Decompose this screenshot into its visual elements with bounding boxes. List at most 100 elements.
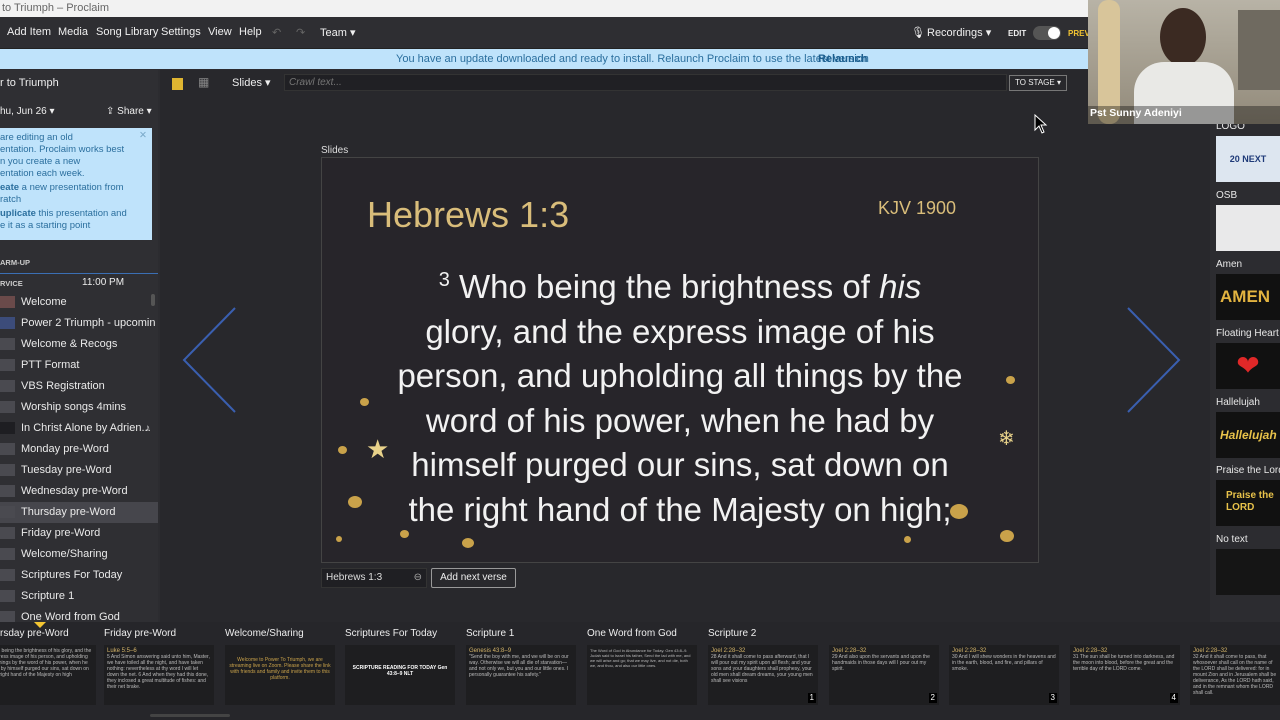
menu-settings[interactable]: Settings — [161, 26, 201, 38]
filmstrip-slide[interactable]: Welcome to Power To Triumph, we are stre… — [225, 645, 335, 705]
date-dropdown[interactable]: hu, Jun 26 ▾ — [0, 106, 55, 117]
duplicate-link[interactable]: uplicate — [0, 208, 36, 219]
item-label: Monday pre-Word — [21, 443, 109, 455]
slide-reference: Hebrews 1:3 — [367, 194, 570, 235]
slide-text: 5 And Simon answering said unto him, Mas… — [107, 654, 210, 690]
verse-line: Who being the brightness of — [459, 268, 880, 305]
share-button[interactable]: ⇪ Share ▾ — [106, 106, 152, 117]
sidebar-item-monday[interactable]: Monday pre-Word — [0, 439, 158, 460]
verse-number: 3 — [438, 269, 450, 291]
microphone-icon: 🎙 — [911, 27, 925, 39]
slide-preview[interactable]: Hebrews 1:3 KJV 1900 3 Who being the bri… — [321, 157, 1039, 563]
sidebar-item-in-christ-alone[interactable]: In Christ Alone by Adrien... ♪ — [0, 418, 158, 439]
quick-screen-logo[interactable]: 20 NEXT LEVEL — [1216, 136, 1280, 182]
filmstrip-slide[interactable]: Joel 2:28–32 32 And it shall come to pass… — [1190, 645, 1280, 705]
add-next-verse-button[interactable]: Add next verse — [431, 568, 516, 588]
slide-verse-text: 3 Who being the brightness of his glory,… — [322, 258, 1038, 532]
grid-view-icon[interactable]: ▦ — [198, 75, 209, 89]
menu-media[interactable]: Media — [58, 26, 88, 38]
quick-screen-hallelujah[interactable]: Hallelujah — [1216, 412, 1280, 458]
verse-reference-field[interactable]: Hebrews 1:3 ⊖ — [321, 568, 427, 588]
slide-text: who being the brightness of his glory, a… — [0, 648, 92, 678]
sidebar-item-welcome[interactable]: Welcome — [0, 292, 158, 313]
create-link[interactable]: eate — [0, 182, 19, 193]
sidebar-item-scriptures-today[interactable]: Scriptures For Today — [0, 565, 158, 586]
sidebar-item-tuesday[interactable]: Tuesday pre-Word — [0, 460, 158, 481]
edit-label: EDIT — [1008, 29, 1027, 38]
single-view-icon[interactable] — [172, 78, 183, 90]
filmstrip-slide[interactable]: The Word of God in Abundance for Today. … — [587, 645, 697, 705]
relaunch-link[interactable]: Relaunch — [818, 49, 868, 69]
sidebar-item-worship-songs[interactable]: Worship songs 4mins — [0, 397, 158, 418]
recordings-label: Recordings — [927, 27, 983, 39]
sidebar-item-welcome-sharing[interactable]: Welcome/Sharing — [0, 544, 158, 565]
item-thumb — [0, 422, 15, 434]
team-dropdown[interactable]: Team ▾ — [320, 26, 355, 39]
view-mode-dropdown[interactable]: Slides ▾ — [232, 76, 271, 89]
clear-icon[interactable]: ⊖ — [414, 569, 422, 587]
filmstrip-slide[interactable]: who being the brightness of his glory, a… — [0, 645, 96, 705]
quick-screen-no-text[interactable] — [1216, 549, 1280, 595]
section-divider — [0, 273, 158, 274]
menu-help[interactable]: Help — [239, 26, 262, 38]
crawl-text-input[interactable] — [284, 74, 1007, 91]
item-label: Thursday pre-Word — [21, 506, 116, 518]
recordings-dropdown[interactable]: Recordings ▾ — [927, 26, 991, 39]
to-stage-button[interactable]: TO STAGE ▾ — [1009, 75, 1067, 91]
menu-song-library[interactable]: Song Library — [96, 26, 158, 38]
sidebar-scrollbar[interactable] — [151, 294, 155, 306]
update-notice: You have an update downloaded and ready … — [0, 49, 1090, 69]
menu-add-item[interactable]: Add Item — [7, 26, 51, 38]
quick-screen-osb[interactable] — [1216, 205, 1280, 251]
gold-confetti — [1006, 376, 1015, 384]
webcam-background — [1238, 10, 1280, 90]
item-label: Worship songs 4mins — [21, 401, 126, 413]
sidebar-item-one-word[interactable]: One Word from God — [0, 607, 158, 622]
quick-screen-label: Floating Heart — [1216, 328, 1279, 339]
filmstrip-scrollbar[interactable] — [150, 714, 230, 717]
edit-toggle[interactable] — [1033, 26, 1061, 40]
filmstrip-slide[interactable]: Joel 2:28–32 30 And I will shew wonders i… — [949, 645, 1059, 705]
previous-slide-arrow-icon[interactable] — [180, 305, 240, 415]
filmstrip-slide[interactable]: Joel 2:28–32 28 And it shall come to pass… — [708, 645, 818, 705]
filmstrip-slide[interactable]: Genesis 43:8–9 "Send the boy with me, and… — [466, 645, 576, 705]
sidebar-item-scripture-1[interactable]: Scripture 1 — [0, 586, 158, 607]
filmstrip-slide[interactable]: SCRIPTURE READING FOR TODAY Gen 43:8–9 N… — [345, 645, 455, 705]
next-slide-arrow-icon[interactable] — [1124, 305, 1184, 415]
music-note-icon: ♪ — [145, 423, 150, 434]
undo-icon[interactable]: ↶ — [272, 26, 281, 39]
item-thumb — [0, 548, 15, 560]
sidebar-item-thursday[interactable]: Thursday pre-Word — [0, 502, 158, 523]
menu-view[interactable]: View — [208, 26, 232, 38]
presentation-title[interactable]: r to Triumph — [0, 77, 59, 89]
filmstrip-slide[interactable]: Joel 2:28–32 29 And also upon the servant… — [829, 645, 939, 705]
sidebar-item-ptt-format[interactable]: PTT Format — [0, 355, 158, 376]
webcam-overlay: Pst Sunny Adeniyi — [1088, 0, 1280, 124]
sidebar-item-wednesday[interactable]: Wednesday pre-Word — [0, 481, 158, 502]
close-icon[interactable]: ✕ — [139, 130, 147, 142]
gold-confetti — [950, 504, 968, 519]
to-stage-label: TO STAGE — [1015, 78, 1055, 87]
create-text: a new presentation from — [19, 182, 124, 193]
filmstrip-slide[interactable]: Luke 5:5–6 5 And Simon answering said unt… — [104, 645, 214, 705]
quick-screen-amen[interactable]: AMEN — [1216, 274, 1280, 320]
service-order-panel: r to Triumph hu, Jun 26 ▾ ⇪ Share ▾ ✕ ar… — [0, 70, 158, 622]
gold-confetti — [400, 530, 409, 538]
info-line: entation. Proclaim works best — [0, 144, 125, 155]
toggle-knob — [1048, 27, 1060, 39]
item-thumb — [0, 380, 15, 392]
editor-toolbar: ▦ Slides ▾ TO STAGE ▾ — [160, 73, 1210, 95]
sidebar-item-friday[interactable]: Friday pre-Word — [0, 523, 158, 544]
sidebar-item-welcome-recogs[interactable]: Welcome & Recogs — [0, 334, 158, 355]
sidebar-item-vbs[interactable]: VBS Registration — [0, 376, 158, 397]
item-label: Friday pre-Word — [21, 527, 101, 539]
filmstrip-slide[interactable]: Joel 2:28–32 31 The sun shall be turned i… — [1070, 645, 1180, 705]
item-label: Power 2 Triumph - upcoming — [21, 317, 156, 329]
sidebar-item-power2triumph[interactable]: Power 2 Triumph - upcoming — [0, 313, 158, 334]
quick-screen-floating-heart[interactable]: ❤ — [1216, 343, 1280, 389]
redo-icon[interactable]: ↷ — [296, 26, 305, 39]
current-item-marker-icon — [34, 622, 46, 628]
old-presentation-info-box: ✕ are editing an old entation. Proclaim … — [0, 128, 152, 240]
item-thumb — [0, 527, 15, 539]
quick-screen-praise-the-lord[interactable]: Praise the LORD — [1216, 480, 1280, 526]
